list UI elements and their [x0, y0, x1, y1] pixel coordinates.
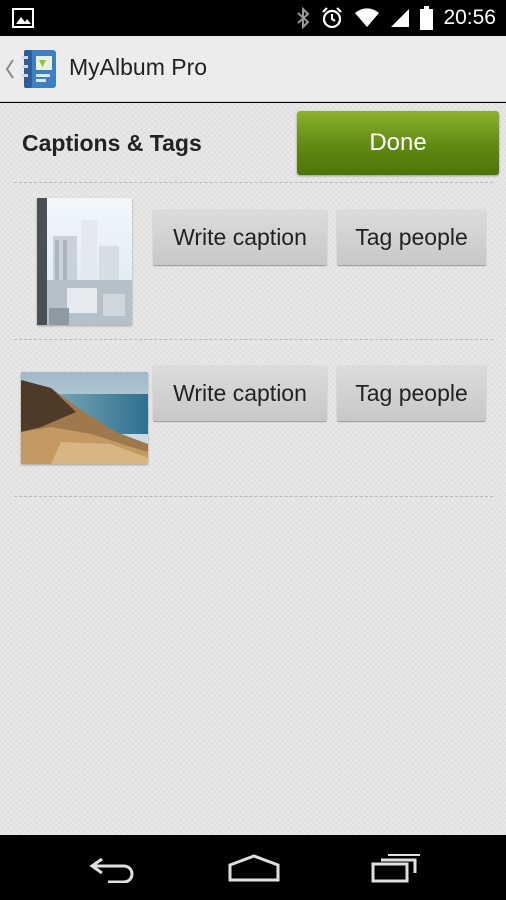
app-icon[interactable] [20, 48, 60, 90]
navigation-bar [0, 835, 506, 900]
wifi-icon [355, 8, 380, 27]
status-icons: 20:56 [296, 0, 496, 36]
battery-icon [420, 6, 434, 30]
status-bar: 20:56 [0, 0, 506, 36]
city-buildings-photo[interactable] [37, 198, 132, 325]
divider [14, 496, 493, 497]
status-time: 20:56 [443, 6, 496, 29]
home-icon[interactable] [226, 853, 282, 883]
up-caret-icon[interactable] [4, 58, 16, 80]
done-button[interactable]: Done [297, 111, 499, 175]
section-title: Captions & Tags [22, 130, 202, 156]
write-caption-button[interactable]: Write caption [153, 365, 327, 421]
tag-people-button[interactable]: Tag people [337, 365, 486, 421]
divider [14, 182, 493, 183]
captions-tags-screen: Captions & Tags Done Write caption Tag p… [0, 103, 506, 835]
recent-apps-icon[interactable] [370, 853, 422, 883]
tag-people-button[interactable]: Tag people [337, 209, 486, 265]
cell-signal-icon [391, 9, 410, 27]
beach-dune-photo[interactable] [21, 372, 148, 464]
write-caption-button[interactable]: Write caption [153, 209, 327, 265]
divider [14, 339, 493, 340]
back-icon[interactable] [88, 853, 138, 883]
image-notification-icon [12, 8, 34, 28]
bluetooth-icon [297, 7, 310, 29]
app-title: MyAlbum Pro [69, 54, 208, 80]
alarm-icon [322, 7, 343, 29]
